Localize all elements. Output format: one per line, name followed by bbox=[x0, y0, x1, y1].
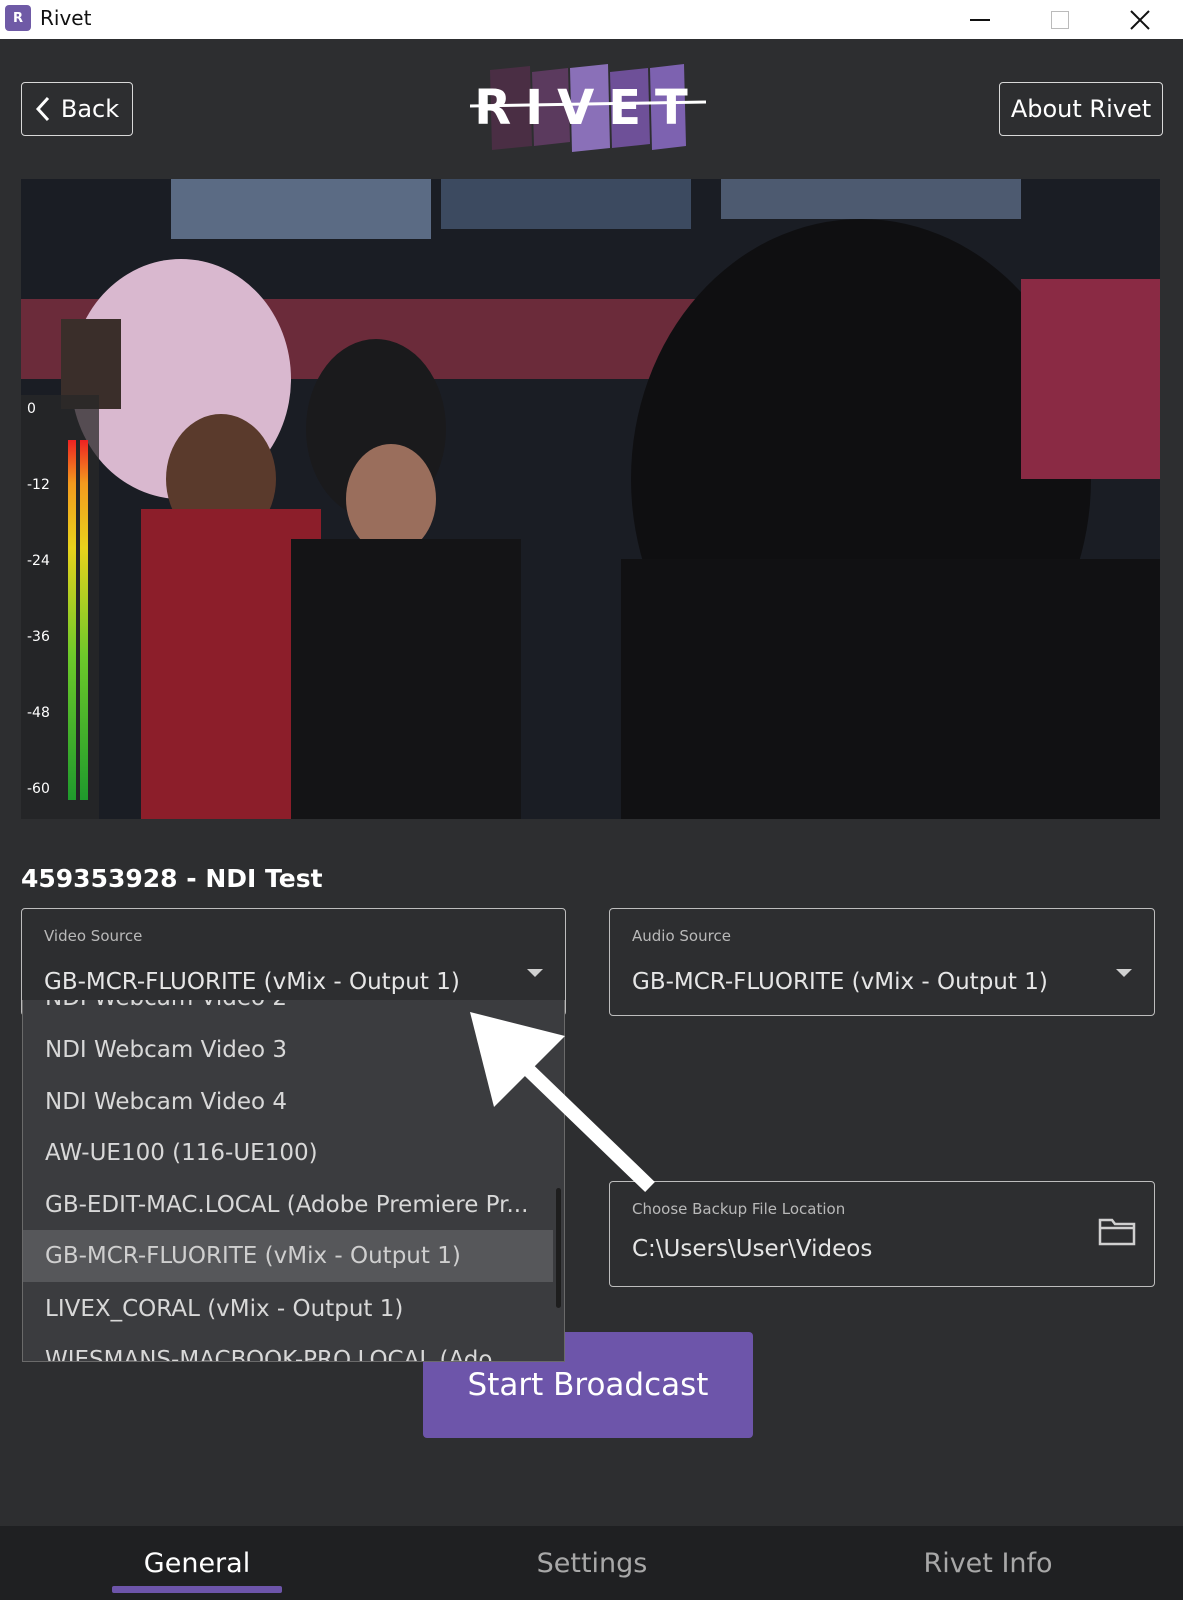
video-source-dropdown: NDI Webcam Video 2 NDI Webcam Video 3 ND… bbox=[22, 1000, 565, 1362]
backup-location-value: C:\Users\User\Videos bbox=[632, 1236, 873, 1262]
minimize-button[interactable] bbox=[940, 0, 1020, 39]
preview-image bbox=[21, 179, 1160, 819]
title-bar: R Rivet bbox=[0, 0, 1183, 39]
meter-label-48: -48 bbox=[27, 705, 50, 721]
meter-label-24: -24 bbox=[27, 553, 50, 569]
maximize-button[interactable] bbox=[1020, 0, 1100, 39]
chevron-down-icon bbox=[527, 969, 543, 977]
tab-settings[interactable]: Settings bbox=[477, 1526, 707, 1600]
minimize-icon bbox=[970, 18, 990, 21]
tab-rivet-info[interactable]: Rivet Info bbox=[873, 1526, 1103, 1600]
backup-location-field[interactable]: Choose Backup File Location C:\Users\Use… bbox=[609, 1181, 1155, 1287]
window-title: Rivet bbox=[40, 6, 92, 30]
audio-source-label: Audio Source bbox=[632, 927, 731, 945]
dropdown-scrollbar[interactable] bbox=[556, 1188, 561, 1308]
dropdown-option[interactable]: NDI Webcam Video 3 bbox=[23, 1024, 553, 1076]
dropdown-option[interactable]: NDI Webcam Video 2 bbox=[23, 1000, 553, 1024]
folder-icon[interactable] bbox=[1098, 1216, 1136, 1246]
maximize-icon bbox=[1051, 10, 1069, 29]
meter-bar-right bbox=[80, 440, 88, 800]
logo-text: RIVET bbox=[474, 80, 702, 136]
video-source-value: GB-MCR-FLUORITE (vMix - Output 1) bbox=[44, 969, 460, 995]
meter-label-36: -36 bbox=[27, 629, 50, 645]
dropdown-option[interactable]: GB-EDIT-MAC.LOCAL (Adobe Premiere Pr... bbox=[23, 1179, 553, 1231]
close-icon bbox=[1130, 9, 1150, 30]
close-button[interactable] bbox=[1100, 0, 1180, 39]
video-source-label: Video Source bbox=[44, 927, 143, 945]
chevron-left-icon bbox=[35, 96, 49, 122]
back-label: Back bbox=[60, 95, 120, 123]
video-preview bbox=[21, 179, 1160, 819]
dropdown-option[interactable]: LIVEX_CORAL (vMix - Output 1) bbox=[23, 1283, 553, 1335]
active-tab-indicator bbox=[112, 1586, 282, 1593]
meter-label-12: -12 bbox=[27, 477, 50, 493]
rivet-logo: RIVET bbox=[470, 64, 707, 152]
dropdown-option[interactable]: NDI Webcam Video 4 bbox=[23, 1076, 553, 1128]
meter-label-60: -60 bbox=[27, 781, 50, 797]
stream-title: 459353928 - NDI Test bbox=[21, 864, 323, 893]
app-icon: R bbox=[5, 5, 31, 31]
chevron-down-icon bbox=[1116, 969, 1132, 977]
backup-location-label: Choose Backup File Location bbox=[632, 1200, 846, 1218]
about-rivet-button[interactable]: About Rivet bbox=[999, 82, 1163, 136]
audio-source-value: GB-MCR-FLUORITE (vMix - Output 1) bbox=[632, 969, 1048, 995]
dropdown-option[interactable]: AW-UE100 (116-UE100) bbox=[23, 1127, 553, 1179]
meter-bar-left bbox=[68, 440, 76, 800]
dropdown-option[interactable]: WIESMANS-MACBOOK-PRO.LOCAL (Ado... bbox=[23, 1334, 553, 1361]
meter-label-0: 0 bbox=[27, 401, 36, 417]
dropdown-option-selected[interactable]: GB-MCR-FLUORITE (vMix - Output 1) bbox=[23, 1230, 553, 1282]
audio-source-select[interactable]: Audio Source GB-MCR-FLUORITE (vMix - Out… bbox=[609, 908, 1155, 1016]
back-button[interactable]: Back bbox=[21, 82, 133, 136]
